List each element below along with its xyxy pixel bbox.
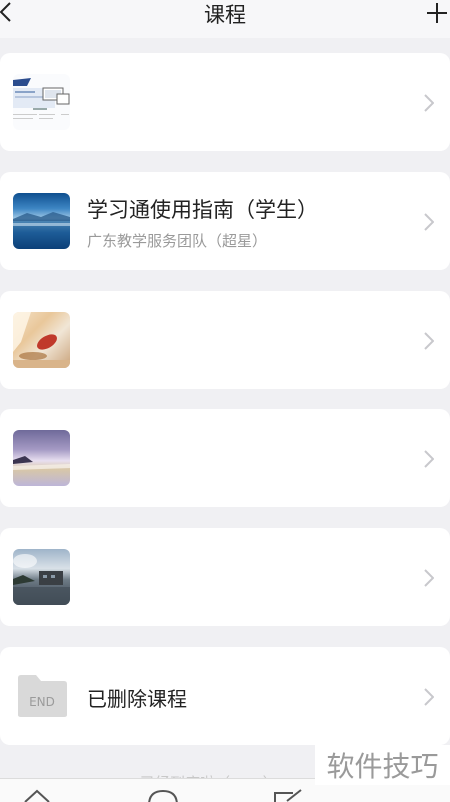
folder-label: END	[29, 695, 55, 709]
course-title: 学习通使用指南（学生）	[87, 198, 318, 222]
chevron-right-icon	[424, 450, 434, 468]
plus-icon[interactable]	[426, 2, 448, 24]
purple-sunset-thumbnail	[13, 430, 70, 486]
chevron-right-icon	[424, 332, 434, 350]
nav-bar: 课程	[0, 0, 450, 38]
note-tab-icon[interactable]	[273, 789, 303, 802]
deleted-courses-item[interactable]: END 已删除课程	[0, 647, 450, 745]
chevron-right-icon	[424, 688, 434, 706]
chevron-right-icon	[424, 94, 434, 112]
course-card[interactable]	[0, 409, 450, 507]
watermark: 软件技巧	[315, 745, 450, 785]
course-teacher: 广东教学服务团队（超星）	[87, 232, 268, 250]
slide-document-thumbnail	[13, 74, 70, 130]
home-tab-icon[interactable]	[24, 788, 50, 802]
autumn-leaf-thumbnail	[13, 312, 70, 368]
chevron-right-icon	[424, 569, 434, 587]
course-card[interactable]	[0, 291, 450, 389]
folder-icon: END	[18, 675, 67, 717]
course-card[interactable]	[0, 53, 450, 151]
course-card[interactable]: 学习通使用指南（学生） 广东教学服务团队（超星）	[0, 172, 450, 270]
chevron-right-icon	[424, 213, 434, 231]
message-tab-icon[interactable]	[147, 789, 179, 802]
lakeside-building-thumbnail	[13, 549, 70, 605]
course-card[interactable]	[0, 528, 450, 626]
lake-landscape-thumbnail	[13, 193, 70, 249]
deleted-courses-label: 已删除课程	[87, 687, 187, 711]
page-title: 课程	[204, 3, 246, 27]
